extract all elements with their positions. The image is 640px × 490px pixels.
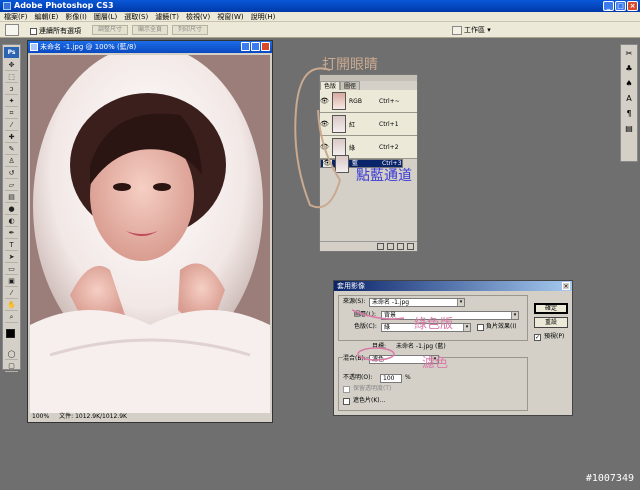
annotation-arrow-stroke — [294, 67, 342, 209]
watermark-id: #1007349 — [585, 473, 634, 484]
annotation-open-eye: 打開眼睛 — [322, 57, 378, 73]
annotation-circle-blend — [357, 347, 395, 361]
annotation-underline-green — [351, 309, 405, 320]
annotation-overlay — [294, 67, 405, 361]
annotation-screen: 濾色 — [422, 356, 449, 371]
annotation-green-channel: 綠色版 — [414, 317, 454, 332]
annotation-click-blue: 點藍通道 — [356, 168, 412, 184]
